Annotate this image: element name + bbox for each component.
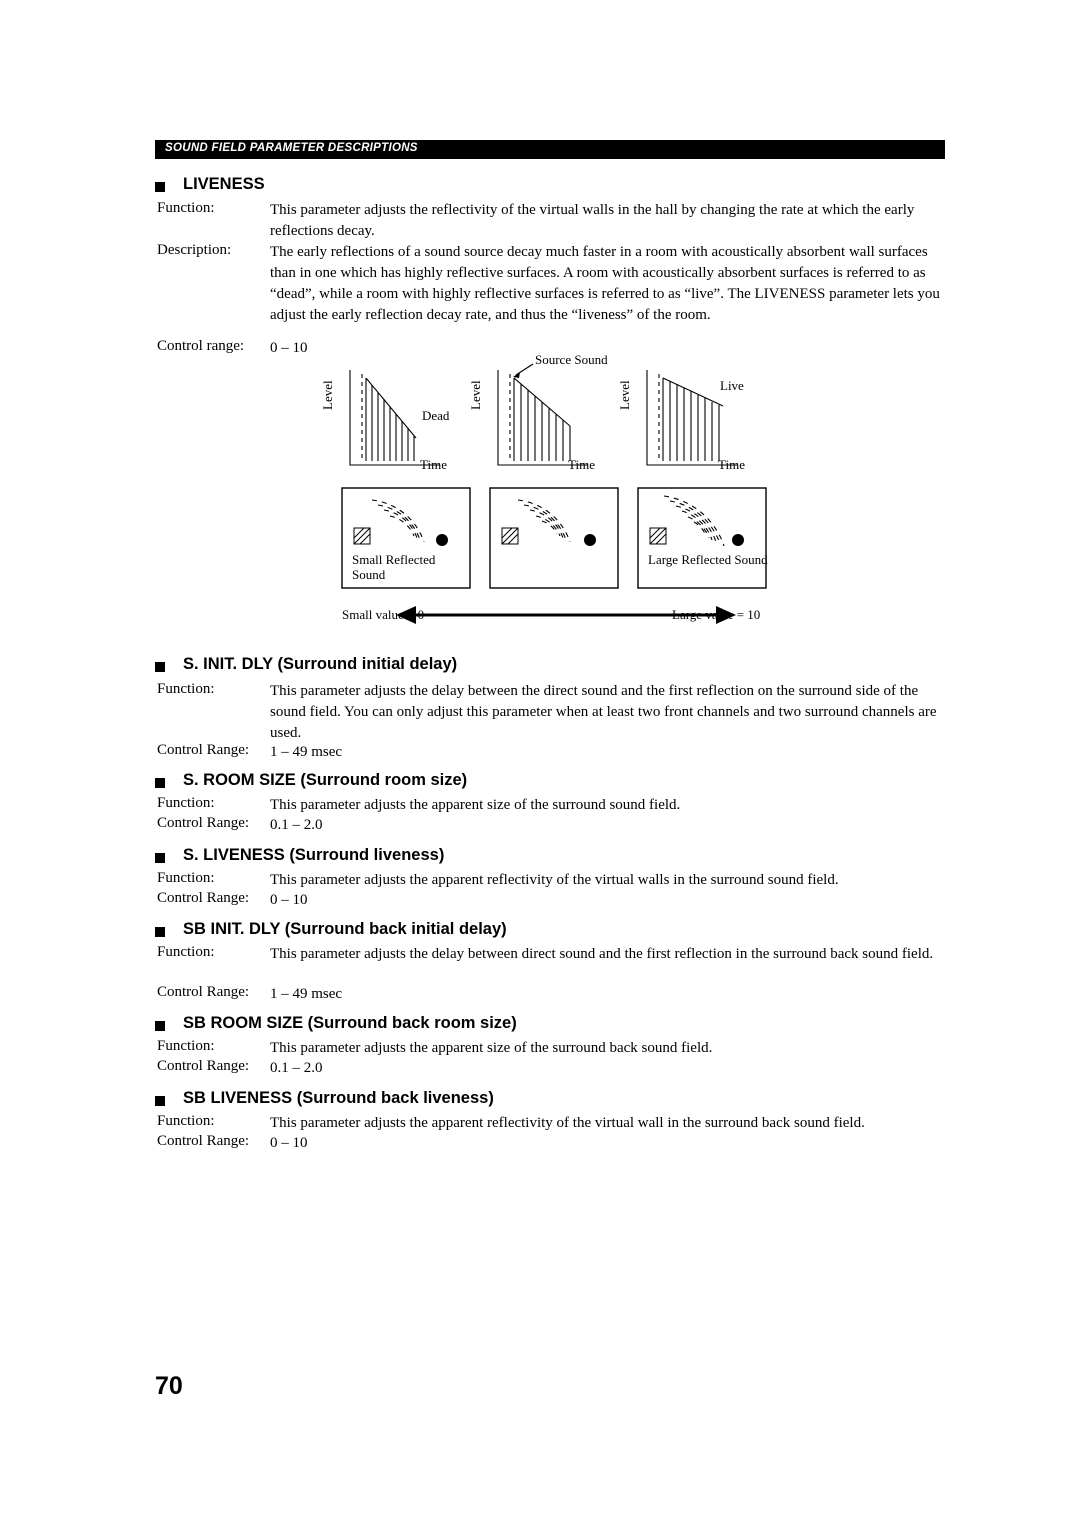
label-description-liveness: Description: <box>157 242 232 258</box>
label-control-range-s-room-size: Control Range: <box>157 815 250 831</box>
label-function-s-liveness: Function: <box>157 870 215 886</box>
section-bullet-s-room-size <box>155 778 165 788</box>
text-control-range-sb-liveness: 0 – 10 <box>270 1135 308 1151</box>
text-control-range-liveness: 0 – 10 <box>270 340 308 356</box>
label-function-s-init-dly: Function: <box>157 681 215 697</box>
text-function-s-liveness: This parameter adjusts the apparent refl… <box>270 872 839 888</box>
text-function-sb-init-dly: This parameter adjusts the delay between… <box>270 946 934 962</box>
graph-left-y-label: Level <box>320 380 335 410</box>
section-bullet-liveness <box>155 182 165 192</box>
graph-mid-title: Source Sound <box>535 352 608 367</box>
room-left-caption: Small Reflected Sound <box>352 552 436 582</box>
text-description-liveness: The early reflections of a sound source … <box>270 244 940 323</box>
section-heading-sb-room-size: SB ROOM SIZE (Surround back room size) <box>183 1014 517 1032</box>
text-function-sb-liveness: This parameter adjusts the apparent refl… <box>270 1115 865 1131</box>
label-control-range-sb-room-size: Control Range: <box>157 1058 250 1074</box>
label-function-sb-init-dly: Function: <box>157 944 215 960</box>
graph-right-title: Live <box>720 378 744 393</box>
section-heading-s-init-dly: S. INIT. DLY (Surround initial delay) <box>183 655 458 673</box>
label-control-range-s-liveness: Control Range: <box>157 890 250 906</box>
section-heading-sb-liveness: SB LIVENESS (Surround back liveness) <box>183 1089 494 1107</box>
section-bullet-s-liveness <box>155 853 165 863</box>
label-function-s-room-size: Function: <box>157 795 215 811</box>
label-function-sb-room-size: Function: <box>157 1038 215 1054</box>
text-control-range-sb-init-dly: 1 – 49 msec <box>270 986 343 1002</box>
liveness-figure: Level Time Dead Level Time Source Sound … <box>320 352 790 640</box>
text-control-range-sb-room-size: 0.1 – 2.0 <box>270 1060 323 1076</box>
section-heading-liveness: LIVENESS <box>183 175 265 193</box>
scale-right-label: Large value = 10 <box>672 607 761 622</box>
page-number: 70 <box>155 1372 183 1400</box>
scale-left-label: Small value = 0 <box>342 607 425 622</box>
section-bullet-sb-init-dly <box>155 927 165 937</box>
label-control-range-sb-liveness: Control Range: <box>157 1133 250 1149</box>
section-heading-s-liveness: S. LIVENESS (Surround liveness) <box>183 846 445 864</box>
text-function-s-room-size: This parameter adjusts the apparent size… <box>270 797 681 813</box>
text-control-range-s-liveness: 0 – 10 <box>270 892 308 908</box>
graph-left-title: Dead <box>422 408 450 423</box>
page-header-bar: SOUND FIELD PARAMETER DESCRIPTIONS <box>155 140 945 159</box>
page-header-title: SOUND FIELD PARAMETER DESCRIPTIONS <box>165 142 418 154</box>
room-right-caption: Large Reflected Sound <box>648 552 768 567</box>
text-control-range-s-init-dly: 1 – 49 msec <box>270 744 343 760</box>
graph-right-y-label: Level <box>617 380 632 410</box>
graph-right-x-label: Time <box>718 457 745 472</box>
graph-mid-y-label: Level <box>468 380 483 410</box>
section-heading-s-room-size: S. ROOM SIZE (Surround room size) <box>183 771 468 789</box>
section-bullet-sb-liveness <box>155 1096 165 1106</box>
label-control-range-sb-init-dly: Control Range: <box>157 984 250 1000</box>
label-control-range-s-init-dly: Control Range: <box>157 742 250 758</box>
text-function-sb-room-size: This parameter adjusts the apparent size… <box>270 1040 713 1056</box>
section-bullet-sb-room-size <box>155 1021 165 1031</box>
label-control-range-liveness: Control range: <box>157 338 245 354</box>
text-function-s-init-dly: This parameter adjusts the delay between… <box>270 683 937 741</box>
label-function-liveness: Function: <box>157 200 215 216</box>
label-function-sb-liveness: Function: <box>157 1113 215 1129</box>
section-heading-sb-init-dly: SB INIT. DLY (Surround back initial dela… <box>183 920 507 938</box>
section-bullet-s-init-dly <box>155 662 165 672</box>
text-control-range-s-room-size: 0.1 – 2.0 <box>270 817 323 833</box>
text-function-liveness: This parameter adjusts the reflectivity … <box>270 202 915 239</box>
graph-mid-x-label: Time <box>568 457 595 472</box>
document-page: SOUND FIELD PARAMETER DESCRIPTIONS LIVEN… <box>0 0 1080 1528</box>
graph-left-x-label: Time <box>420 457 447 472</box>
